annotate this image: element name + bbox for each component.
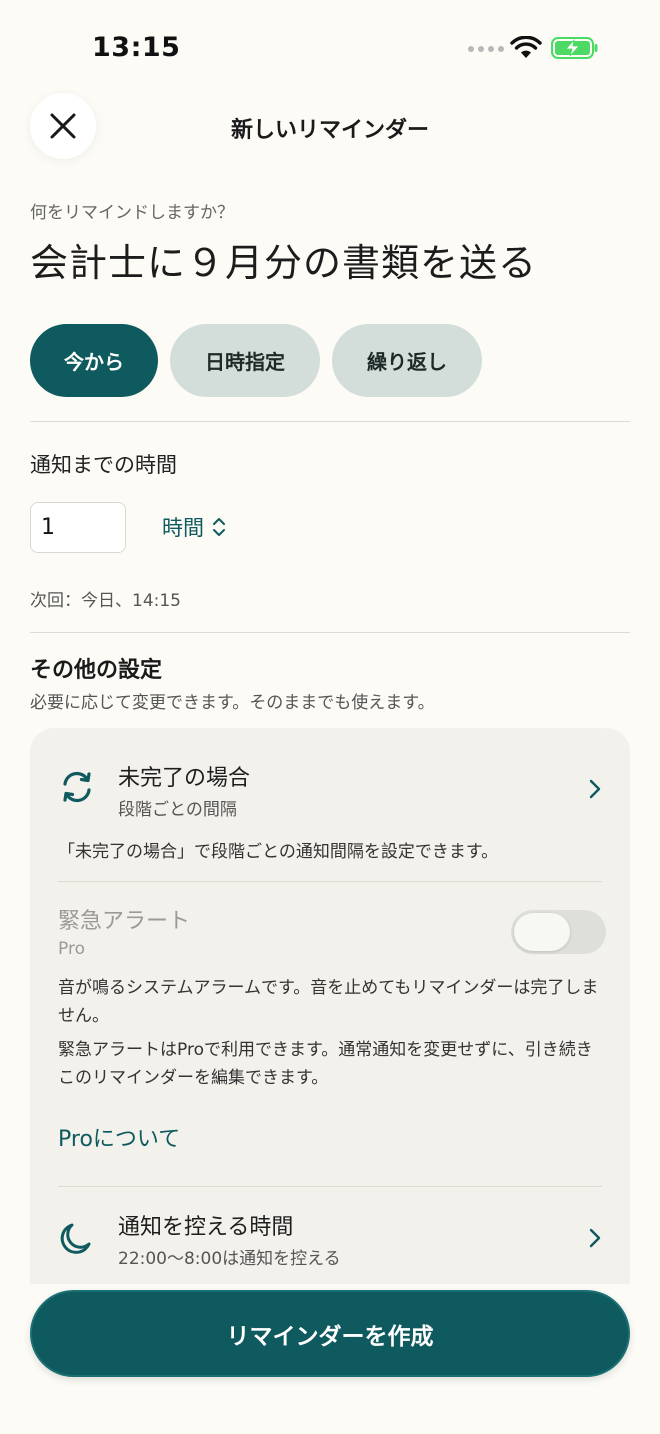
battery-charging-icon bbox=[551, 37, 598, 59]
wifi-icon bbox=[510, 36, 542, 58]
divider bbox=[58, 881, 602, 882]
tab-specific-datetime[interactable]: 日時指定 bbox=[170, 324, 320, 397]
divider bbox=[30, 421, 630, 422]
chevron-right-icon[interactable] bbox=[588, 1227, 602, 1249]
quiet-hours-subtitle: 22:00〜8:00は通知を控える bbox=[118, 1249, 341, 1269]
cellular-dots-icon bbox=[468, 46, 504, 52]
refresh-cycle-icon bbox=[63, 771, 91, 803]
about-pro-link[interactable]: Proについて bbox=[58, 1121, 180, 1153]
divider bbox=[58, 1186, 602, 1187]
next-time-text: 次回：今日、14:15 bbox=[30, 591, 181, 611]
chevron-up-down-icon bbox=[213, 518, 225, 536]
create-reminder-button[interactable]: リマインダーを作成 bbox=[30, 1290, 630, 1377]
time-until-label: 通知までの時間 bbox=[30, 453, 177, 477]
chevron-right-icon[interactable] bbox=[588, 778, 602, 800]
tab-repeat[interactable]: 繰り返し bbox=[332, 324, 482, 397]
other-settings-title: その他の設定 bbox=[30, 658, 163, 683]
moon-icon bbox=[60, 1223, 91, 1254]
other-settings-subtitle: 必要に応じて変更できます。そのままでも使えます。 bbox=[30, 693, 435, 713]
tab-from-now[interactable]: 今から bbox=[30, 324, 158, 397]
pro-badge: Pro bbox=[58, 939, 85, 959]
reminder-text-field[interactable]: 会計士に９月分の書類を送る bbox=[30, 232, 537, 287]
time-amount-input[interactable]: 1 bbox=[30, 502, 126, 553]
page-title: 新しいリマインダー bbox=[230, 118, 429, 143]
schedule-mode-tabs: 今から 日時指定 繰り返し bbox=[30, 324, 482, 397]
emergency-alert-title: 緊急アラート bbox=[58, 909, 191, 934]
incomplete-row-subtitle: 段階ごとの間隔 bbox=[118, 800, 237, 820]
status-time: 13:15 bbox=[92, 32, 181, 63]
time-unit-select[interactable]: 時間 bbox=[162, 512, 226, 542]
incomplete-description: 「未完了の場合」で段階ごとの通知間隔を設定できます。 bbox=[58, 842, 499, 862]
reminder-screen: 13:15 新しいリマインダー 何をリマインドしますか？ 会計士に９月分の書類を… bbox=[0, 0, 660, 1434]
emergency-alert-toggle[interactable] bbox=[511, 910, 606, 954]
emergency-description: 音が鳴るシステムアラームです。音を止めてもリマインダーは完了しません。 bbox=[58, 978, 599, 1026]
emergency-pro-note: 緊急アラートはProで利用できます。通常通知を変更せずに、引き続きこのリマインダ… bbox=[58, 1040, 593, 1088]
toggle-knob bbox=[514, 913, 570, 951]
status-bar: 13:15 bbox=[0, 0, 660, 96]
quiet-hours-title[interactable]: 通知を控える時間 bbox=[118, 1209, 293, 1241]
divider bbox=[30, 632, 630, 633]
time-unit-label: 時間 bbox=[162, 516, 204, 540]
settings-card: 未完了の場合 段階ごとの間隔 「未完了の場合」で段階ごとの通知間隔を設定できます… bbox=[30, 728, 630, 1284]
question-label: 何をリマインドしますか？ bbox=[30, 203, 234, 223]
incomplete-row-title[interactable]: 未完了の場合 bbox=[118, 760, 250, 792]
